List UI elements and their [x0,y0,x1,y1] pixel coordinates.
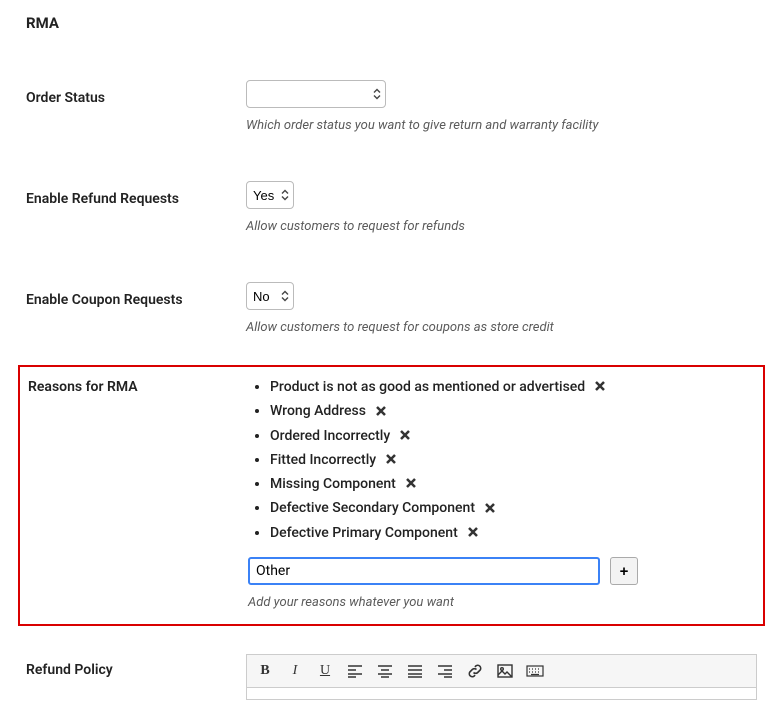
reason-item: Defective Secondary Component [270,500,755,516]
reason-text: Ordered Incorrectly [270,428,390,444]
reason-text: Product is not as good as mentioned or a… [270,379,585,395]
align-left-icon[interactable] [345,661,365,681]
align-justify-icon[interactable] [405,661,425,681]
reason-text: Missing Component [270,476,396,492]
align-center-icon[interactable] [375,661,395,681]
italic-icon[interactable]: I [285,661,305,681]
coupon-requests-hint: Allow customers to request for coupons a… [246,320,757,335]
reason-input[interactable] [248,557,600,585]
align-right-icon[interactable] [435,661,455,681]
keyboard-icon[interactable] [525,661,545,681]
remove-reason-icon[interactable] [485,501,495,517]
image-icon[interactable] [495,661,515,681]
reason-item: Defective Primary Component [270,525,755,541]
reason-item: Product is not as good as mentioned or a… [270,379,755,395]
link-icon[interactable] [465,661,485,681]
row-order-status: Order Status Which order status you want… [0,68,783,141]
reason-item: Ordered Incorrectly [270,428,755,444]
refund-requests-select[interactable]: Yes [246,181,294,209]
refund-policy-label: Refund Policy [26,654,246,700]
add-reason-button[interactable]: + [610,557,638,585]
reason-text: Wrong Address [270,403,366,419]
bold-icon[interactable]: B [255,661,275,681]
row-refund-requests: Enable Refund Requests Yes Allow custome… [0,169,783,242]
reason-item: Missing Component [270,476,755,492]
coupon-requests-label: Enable Coupon Requests [26,282,246,335]
remove-reason-icon[interactable] [406,476,416,492]
reasons-section: Reasons for RMA Product is not as good a… [18,365,765,626]
underline-icon[interactable]: U [315,661,335,681]
reason-item: Wrong Address [270,403,755,419]
refund-requests-hint: Allow customers to request for refunds [246,219,757,234]
refund-requests-label: Enable Refund Requests [26,181,246,234]
order-status-hint: Which order status you want to give retu… [246,118,757,133]
editor-body[interactable] [246,688,757,700]
order-status-label: Order Status [26,80,246,133]
reason-text: Defective Primary Component [270,525,458,541]
remove-reason-icon[interactable] [376,404,386,420]
remove-reason-icon[interactable] [595,379,605,395]
row-coupon-requests: Enable Coupon Requests No Allow customer… [0,270,783,343]
order-status-select[interactable] [246,80,386,108]
page-title: RMA [26,14,783,32]
reason-item: Fitted Incorrectly [270,452,755,468]
reasons-label: Reasons for RMA [28,377,248,610]
coupon-requests-select[interactable]: No [246,282,294,310]
reason-text: Fitted Incorrectly [270,452,376,468]
remove-reason-icon[interactable] [400,428,410,444]
editor-toolbar: B I U [246,654,757,688]
row-refund-policy: Refund Policy B I U [0,654,783,700]
reasons-hint: Add your reasons whatever you want [248,595,755,610]
remove-reason-icon[interactable] [468,525,478,541]
reasons-list: Product is not as good as mentioned or a… [248,379,755,541]
remove-reason-icon[interactable] [386,452,396,468]
reason-text: Defective Secondary Component [270,500,475,516]
